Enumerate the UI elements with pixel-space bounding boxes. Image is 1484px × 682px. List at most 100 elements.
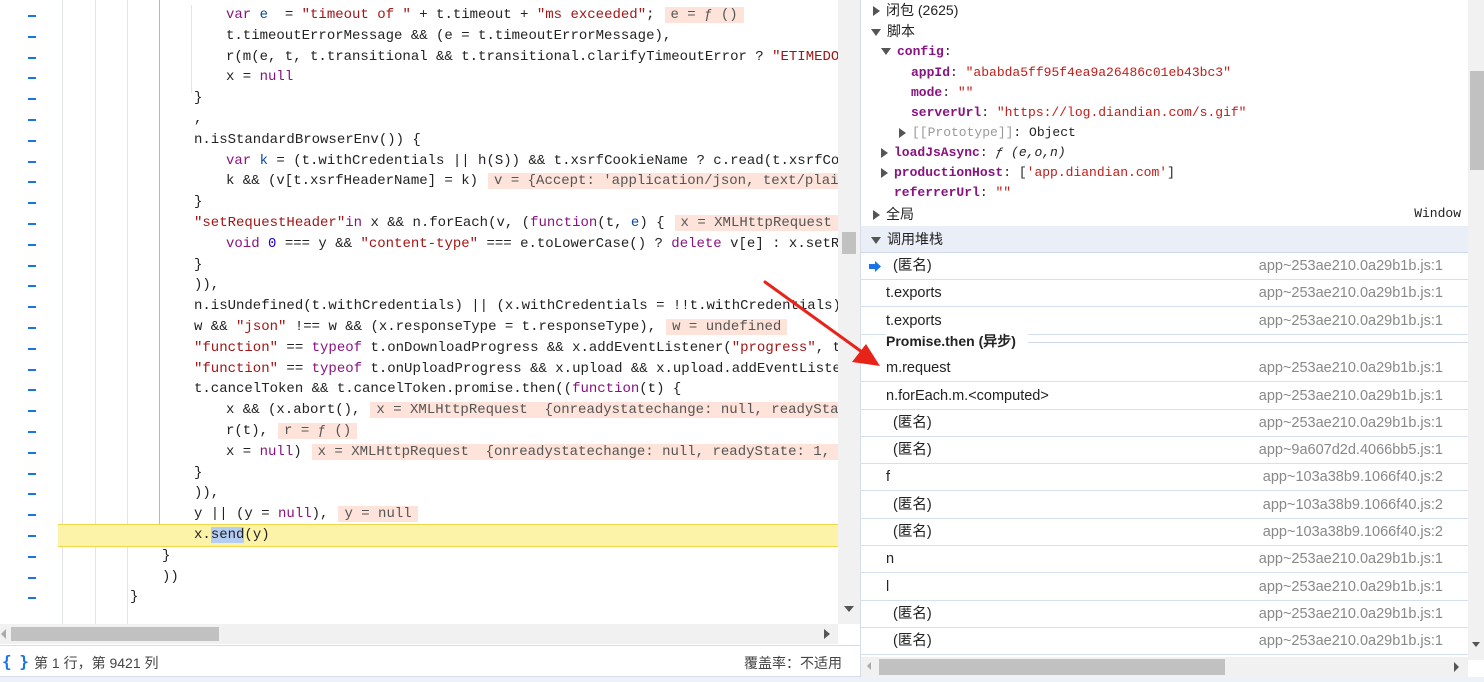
code-line[interactable]: k && (v[t.xsrfHeaderName] = k) v = {Accep… [0,171,838,192]
callstack-frame[interactable]: (匿名) app~253ae210.0a29b1b.js:1 [861,253,1468,280]
code-line[interactable]: )), [0,483,838,504]
scroll-right-arrow-icon[interactable] [1454,662,1459,672]
expand-arrow-icon[interactable] [873,210,880,221]
code-line[interactable]: n.isUndefined(t.withCredentials) || (x.w… [0,296,838,317]
frame-location-link[interactable]: app~253ae210.0a29b1b.js:1 [1259,410,1443,437]
code-line[interactable]: , [0,109,838,130]
callstack-frame[interactable]: n app~253ae210.0a29b1b.js:1 [861,546,1468,574]
code-line[interactable]: "setRequestHeader"in x && n.forEach(v, (… [0,213,838,234]
sidebar-vertical-scrollbar[interactable] [1468,0,1484,660]
referrerurl-property[interactable]: referrerUrl: "" [894,183,1011,203]
scrollbar-thumb[interactable] [11,627,219,641]
sidebar-horizontal-scrollbar[interactable] [861,657,1468,677]
callstack-frame[interactable]: (匿名) app~103a38b9.1066f40.js:2 [861,492,1468,519]
scope-script[interactable]: 脚本 [871,21,915,41]
frame-location-link[interactable]: app~253ae210.0a29b1b.js:1 [1259,628,1443,655]
callstack-frame[interactable]: (匿名) app~253ae210.0a29b1b.js:1 [861,628,1468,656]
code-line[interactable]: "function" == typeof t.onDownloadProgres… [0,338,838,359]
code-line[interactable]: x = null [0,67,838,88]
callstack-frame[interactable]: (匿名) app~253ae210.0a29b1b.js:1 [861,410,1468,437]
frame-location-link[interactable]: app~253ae210.0a29b1b.js:1 [1259,383,1443,410]
productionhost-property[interactable]: productionHost: ['app.diandian.com'] [881,163,1175,183]
prototype-property[interactable]: [[Prototype]]: Object [899,123,1076,143]
expand-arrow-icon[interactable] [881,147,888,158]
code-token: "ms exceeded" [536,7,647,23]
loadjsasync-property[interactable]: loadJsAsync: ƒ (e,o,n) [881,143,1066,163]
collapse-arrow-icon[interactable] [871,28,881,36]
property-value: "" [995,185,1012,200]
code-line[interactable]: void 0 === y && "content-type" === e.toL… [0,234,838,255]
code-line[interactable]: } [0,463,838,484]
frame-location-link[interactable]: app~253ae210.0a29b1b.js:1 [1259,601,1443,628]
callstack-frame[interactable]: (匿名) app~253ae210.0a29b1b.js:1 [861,601,1468,628]
code-line[interactable]: n.isStandardBrowserEnv()) { [0,130,838,151]
code-line-current[interactable]: x.send(y) [0,525,838,546]
scroll-left-arrow-icon[interactable] [867,662,871,670]
frame-location-link[interactable]: app~253ae210.0a29b1b.js:1 [1259,280,1443,307]
pretty-print-icon[interactable]: { } [2,652,29,671]
code-line[interactable]: var k = (t.withCredentials || h(S)) && t… [0,151,838,172]
frame-location-link[interactable]: app~253ae210.0a29b1b.js:1 [1259,546,1443,573]
frame-location-link[interactable]: app~103a38b9.1066f40.js:2 [1263,519,1443,546]
code-text: var e = "timeout of " + t.timeout + "ms … [226,5,744,26]
code-line[interactable]: r(t), r = ƒ () [0,421,838,442]
serverurl-property[interactable]: serverUrl: "https://log.diandian.com/s.g… [911,103,1246,123]
collapse-arrow-icon[interactable] [881,48,891,56]
frame-location-link[interactable]: app~253ae210.0a29b1b.js:1 [1259,355,1443,382]
callstack-frame[interactable]: (匿名) app~9a607d2d.4066bb5.js:1 [861,437,1468,465]
callstack-frame[interactable]: l app~253ae210.0a29b1b.js:1 [861,574,1468,601]
editor-horizontal-scrollbar[interactable] [0,624,838,644]
code-line[interactable]: } [0,587,838,608]
editor-vertical-scrollbar[interactable] [838,0,860,624]
property-key: productionHost [894,165,1004,180]
code-line[interactable]: )) [0,567,838,588]
scroll-down-arrow-icon[interactable] [1472,642,1480,647]
callstack-frame[interactable]: (匿名) app~103a38b9.1066f40.js:2 [861,519,1468,546]
collapse-arrow-icon[interactable] [871,236,881,244]
code-text: )), [194,483,219,504]
scroll-left-arrow-icon[interactable] [1,629,6,639]
code-line[interactable]: )), [0,275,838,296]
code-line[interactable]: r(m(e, t, t.transitional && t.transition… [0,47,838,68]
scrollbar-thumb[interactable] [1470,71,1484,170]
frame-location-link[interactable]: app~9a607d2d.4066bb5.js:1 [1259,437,1443,464]
expand-arrow-icon[interactable] [899,127,906,138]
code-line[interactable]: x && (x.abort(), x = XMLHttpRequest {onre… [0,400,838,421]
code-line[interactable]: y || (y = null), y = null [0,504,838,525]
code-line[interactable]: t.timeoutErrorMessage && (e = t.timeoutE… [0,26,838,47]
mode-property[interactable]: mode: "" [911,83,973,103]
callstack-frame[interactable]: m.request app~253ae210.0a29b1b.js:1 [861,355,1468,383]
scope-global[interactable]: 全局 Window [873,204,1461,224]
code-line[interactable]: t.cancelToken && t.cancelToken.promise.t… [0,379,838,400]
scrollbar-thumb[interactable] [842,232,856,254]
callstack-section-header[interactable]: 调用堆栈 [861,226,1468,253]
code-line[interactable]: w && "json" !== w && (x.responseType = t… [0,317,838,338]
code-line[interactable]: x = null) x = XMLHttpRequest {onreadystat… [0,442,838,463]
code-line[interactable]: "function" == typeof t.onUploadProgress … [0,359,838,380]
scroll-right-arrow-icon[interactable] [824,629,830,639]
frame-location-link[interactable]: app~253ae210.0a29b1b.js:1 [1259,574,1443,601]
expand-arrow-icon[interactable] [881,167,888,178]
property-key: [[Prototype]] [912,125,1014,140]
code-line[interactable]: } [0,192,838,213]
callstack-frame[interactable]: f app~103a38b9.1066f40.js:2 [861,464,1468,492]
code-line[interactable]: } [0,88,838,109]
code-line[interactable]: var e = "timeout of " + t.timeout + "ms … [0,5,838,26]
scrollbar-thumb[interactable] [879,659,1225,675]
frame-location-link[interactable]: app~103a38b9.1066f40.js:2 [1263,492,1443,519]
scope-closure[interactable]: 闭包 (2625) [873,0,958,20]
code-line[interactable]: } [0,255,838,276]
config-property[interactable]: config: [881,42,952,62]
scroll-down-arrow-icon[interactable] [844,606,854,612]
expand-arrow-icon[interactable] [873,6,880,17]
code-line[interactable]: } [0,546,838,567]
callstack-frame[interactable]: t.exports app~253ae210.0a29b1b.js:1 [861,280,1468,308]
appid-property[interactable]: appId: "ababda5ff95f4ea9a26486c01eb43bc3… [911,63,1231,83]
code-token: void [226,235,269,252]
callstack-frame[interactable]: n.forEach.m.<computed> app~253ae210.0a29b… [861,383,1468,410]
frame-function-name: (匿名) [893,414,932,431]
frame-location-link[interactable]: app~103a38b9.1066f40.js:2 [1263,464,1443,491]
code-text: w && "json" !== w && (x.responseType = t… [194,317,788,338]
code-area[interactable]: var e = "timeout of " + t.timeout + "ms … [0,0,838,624]
frame-location-link[interactable]: app~253ae210.0a29b1b.js:1 [1259,253,1443,280]
